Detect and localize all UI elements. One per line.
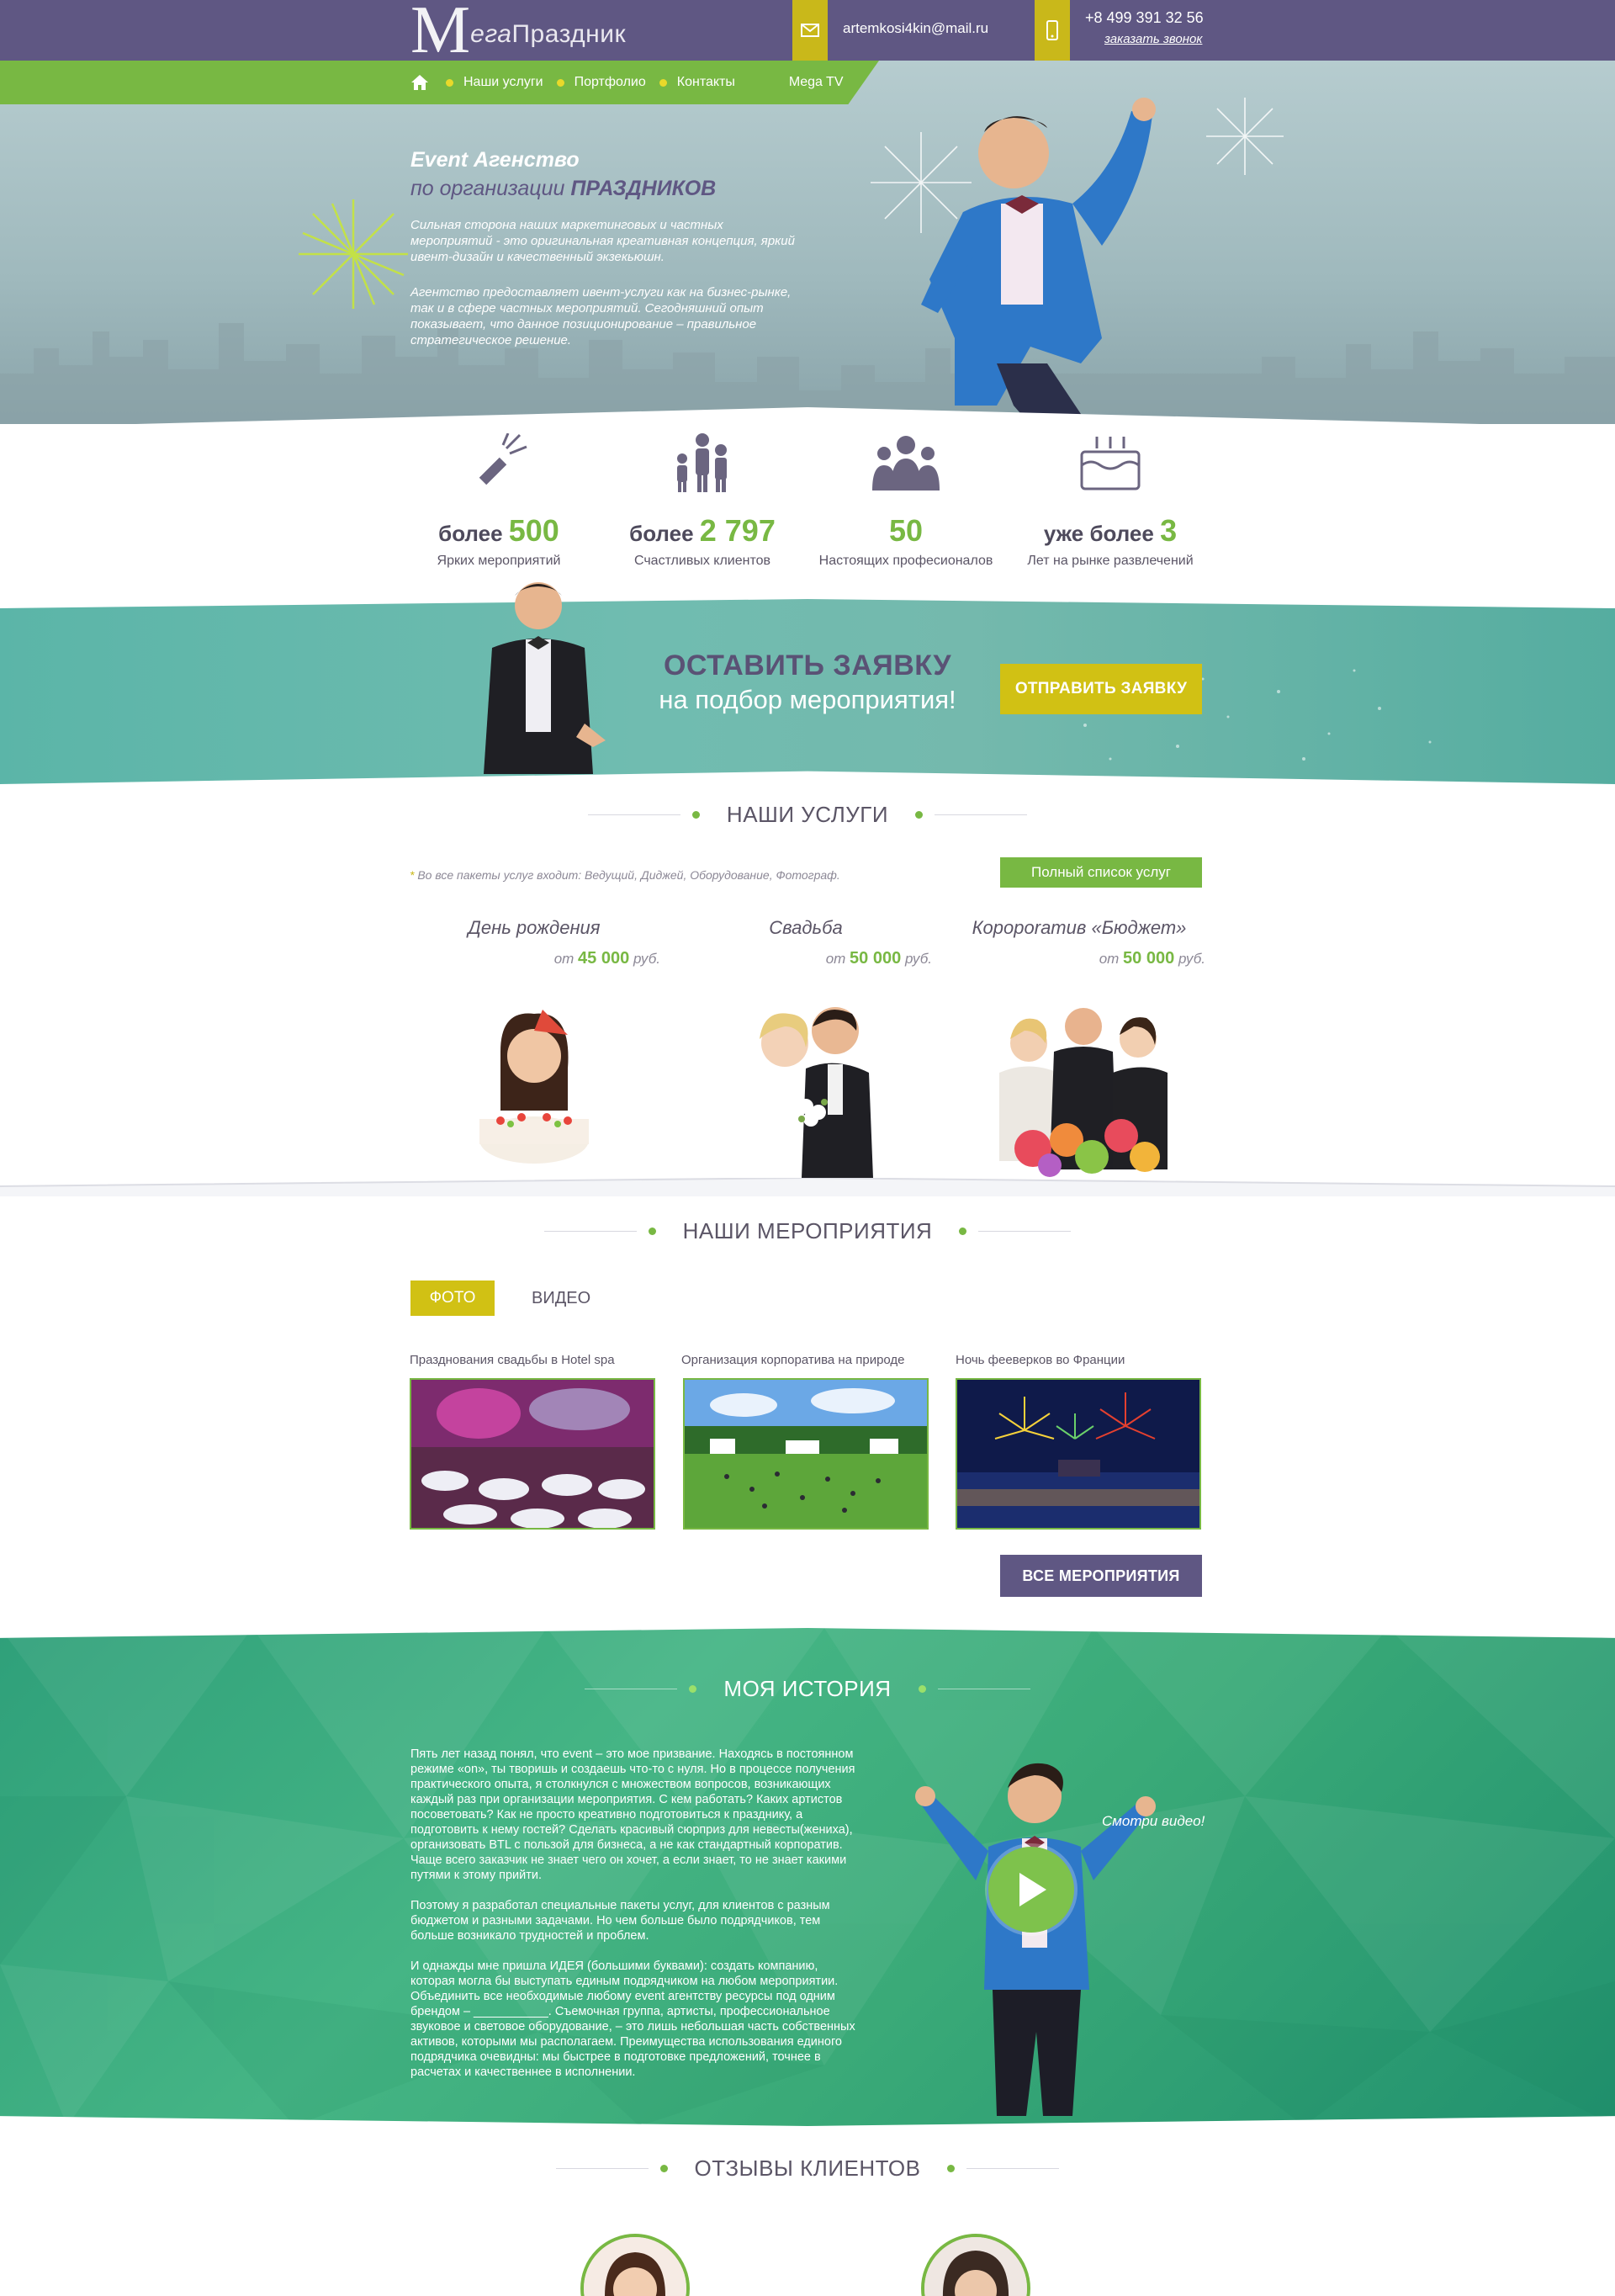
section-title: ОТЗЫВЫ КЛИЕНТОВ bbox=[694, 2155, 921, 2181]
event-photo-fireworks[interactable] bbox=[956, 1378, 1201, 1530]
event-photo-wedding-hall[interactable] bbox=[410, 1378, 655, 1530]
service-name: День рождения bbox=[468, 917, 601, 938]
events-header: НАШИ МЕРОПРИЯТИЯ bbox=[0, 1218, 1615, 1244]
nav-bullet bbox=[659, 78, 667, 87]
hero-section: Наши услуги Портфолио Контакты Mega TV E… bbox=[0, 61, 1615, 424]
nav-item-mega-tv[interactable]: Mega TV bbox=[789, 75, 844, 90]
nav-bullet bbox=[446, 78, 453, 87]
hero-paragraph-2: Агентство предоставляет ивент-услуги как… bbox=[410, 285, 792, 347]
stat-professionals: 50 Настоящих професионалов bbox=[809, 429, 1003, 569]
service-price: от 50 000 руб. bbox=[825, 949, 932, 968]
hero-bottom-edge bbox=[0, 407, 1615, 427]
services-header: НАШИ УСЛУГИ bbox=[0, 802, 1615, 828]
firework-rocket-icon bbox=[479, 433, 527, 485]
event-caption[interactable]: Организация корпоратива на природе bbox=[681, 1353, 905, 1367]
service-price: от 50 000 руб. bbox=[1099, 949, 1205, 968]
stat-number: 2 797 bbox=[699, 513, 776, 548]
play-icon bbox=[1019, 1873, 1046, 1906]
stat-caption: Настоящих професионалов bbox=[818, 554, 993, 568]
stat-number: 50 bbox=[888, 513, 924, 548]
hero-title-line2: по организации ПРАЗДНИКОВ bbox=[410, 177, 717, 200]
mail-icon bbox=[792, 0, 828, 61]
phone-number[interactable]: +8 499 391 32 56 bbox=[1085, 9, 1204, 27]
section-title: НАШИ УСЛУГИ bbox=[726, 802, 889, 827]
stat-years: уже более 3 Лет на рынке развлечений bbox=[1014, 429, 1207, 569]
stat-number: 500 bbox=[508, 513, 559, 548]
service-card-corporate[interactable]: Короporатив «Бюджет» от 50 000 руб. bbox=[953, 917, 1205, 968]
avatar bbox=[921, 2234, 1030, 2296]
cake-icon bbox=[1080, 437, 1141, 490]
logo-letter: M bbox=[410, 0, 470, 67]
reviews-header: ОТЗЫВЫ КЛИЕНТОВ bbox=[0, 2155, 1615, 2182]
event-caption[interactable]: Ночь фееверков во Франции bbox=[956, 1353, 1125, 1367]
tab-video[interactable]: ВИДЕО bbox=[532, 1289, 590, 1308]
logo-text: егаПраздник bbox=[470, 20, 627, 48]
event-photo-outdoor-corporate[interactable] bbox=[683, 1378, 929, 1530]
nav-bullet bbox=[556, 78, 564, 87]
phone-icon bbox=[1035, 0, 1070, 61]
firework-decoration bbox=[1206, 98, 1284, 175]
stat-clients: более 2 797 Счастливых клиентов bbox=[606, 429, 799, 569]
family-icon bbox=[677, 433, 727, 492]
team-icon bbox=[872, 436, 940, 490]
hero-paragraph-1: Сильная сторона наших маркетинговых и ча… bbox=[410, 218, 795, 264]
hero-man-image bbox=[921, 98, 1156, 424]
service-card-birthday[interactable]: День рождения от 45 000 руб. bbox=[408, 917, 660, 968]
firework-decoration bbox=[299, 199, 408, 309]
avatar bbox=[580, 2234, 690, 2296]
all-events-button[interactable]: ВСЕ МЕРОПРИЯТИЯ bbox=[1000, 1555, 1202, 1597]
play-video-button[interactable] bbox=[988, 1847, 1074, 1933]
request-title: ОСТАВИТЬ ЗАЯВКУ bbox=[663, 650, 952, 681]
section-title: НАШИ МЕРОПРИЯТИЯ bbox=[682, 1218, 933, 1243]
send-request-button[interactable]: ОТПРАВИТЬ ЗАЯВКУ bbox=[1000, 664, 1202, 714]
service-name: Свадьба bbox=[769, 917, 843, 938]
corporate-image bbox=[999, 1008, 1168, 1177]
callback-link[interactable]: заказать звонок bbox=[1104, 32, 1202, 46]
history-text: Пять лет назад понял, что event – это мо… bbox=[410, 1747, 855, 2079]
stat-events: более 500 Ярких мероприятий bbox=[402, 429, 596, 569]
stat-caption: Ярких мероприятий bbox=[437, 554, 561, 568]
wedding-image bbox=[743, 1007, 873, 1178]
event-caption[interactable]: Празднования свадьбы в Hotel spa bbox=[410, 1353, 615, 1367]
service-name: Короporатив «Бюджет» bbox=[972, 917, 1187, 938]
birthday-image bbox=[479, 1010, 589, 1164]
home-icon[interactable] bbox=[410, 74, 429, 91]
tab-photo[interactable]: ФОТО bbox=[410, 1281, 495, 1316]
nav-item-services[interactable]: Наши услуги bbox=[463, 75, 543, 90]
history-header: МОЯ ИСТОРИЯ bbox=[0, 1676, 1615, 1702]
request-man-image bbox=[484, 582, 606, 774]
email-link[interactable]: artemkosi4kin@mail.ru bbox=[843, 20, 988, 37]
city-skyline bbox=[0, 323, 1615, 424]
stat-caption: Счастливых клиентов bbox=[633, 554, 771, 568]
service-card-wedding[interactable]: Свадьба от 50 000 руб. bbox=[680, 917, 932, 968]
main-nav: Наши услуги Портфолио Контакты Mega TV bbox=[410, 61, 844, 104]
service-price: от 45 000 руб. bbox=[553, 949, 660, 968]
request-subtitle: на подбор мероприятия! bbox=[659, 685, 956, 714]
hero-title-line1: Event Агенство bbox=[410, 148, 580, 172]
section-title: МОЯ ИСТОРИЯ bbox=[723, 1676, 892, 1701]
nav-item-contacts[interactable]: Контакты bbox=[677, 75, 735, 90]
full-services-list-button[interactable]: Полный список услуг bbox=[1000, 857, 1202, 888]
logo[interactable]: M егаПраздник bbox=[410, 0, 627, 67]
packages-included-note: * Во все пакеты услуг входит: Ведущий, Д… bbox=[410, 868, 840, 882]
stat-caption: Лет на рынке развлечений bbox=[1027, 554, 1194, 568]
nav-item-portfolio[interactable]: Портфолио bbox=[575, 75, 646, 90]
stat-number: 3 bbox=[1160, 513, 1178, 548]
watch-video-label: Смотри видео! bbox=[1102, 1813, 1205, 1829]
services-floor-edge bbox=[0, 1178, 1615, 1196]
